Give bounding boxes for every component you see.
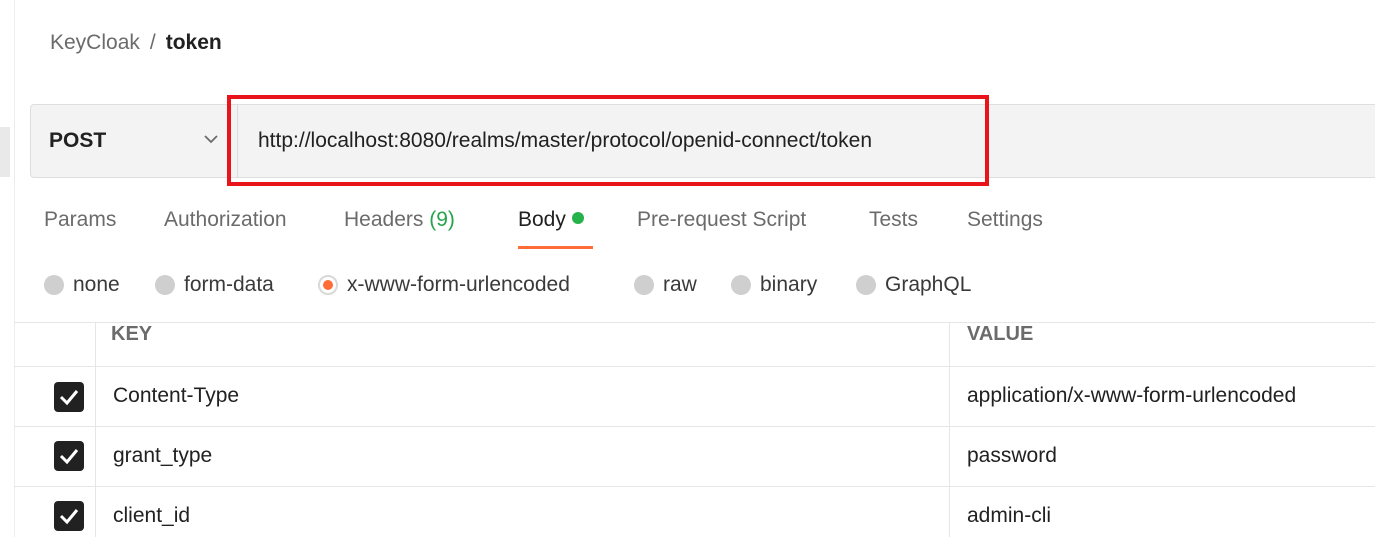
checkmark-icon [59,390,79,406]
row-value[interactable]: admin-cli [967,504,1051,528]
body-mode-radios: none form-data x-www-form-urlencoded raw… [0,265,1375,307]
radio-graphql[interactable]: GraphQL [856,273,971,297]
method-label: POST [49,129,107,152]
radio-binary[interactable]: binary [731,273,817,297]
table-row-divider [14,426,1375,427]
active-tab-underline [518,246,593,249]
chevron-down-icon [204,135,218,144]
headers-count: (9) [429,208,455,231]
radio-dot [634,275,654,295]
request-tabs: Params Authorization Headers (9) Body Pr… [0,200,1375,250]
method-select[interactable]: POST [30,104,230,178]
table-col-divider [949,322,950,537]
breadcrumb-collection[interactable]: KeyCloak [50,31,140,54]
radio-x-www-form-urlencoded[interactable]: x-www-form-urlencoded [318,273,570,297]
radio-label: form-data [184,273,274,296]
tab-pre-request-script[interactable]: Pre-request Script [637,208,806,232]
table-row-divider [14,486,1375,487]
params-table [14,322,1375,537]
radio-label: x-www-form-urlencoded [347,273,570,296]
tab-headers[interactable]: Headers (9) [344,208,455,232]
breadcrumb: KeyCloak / token [50,31,222,55]
radio-dot-selected [318,275,338,295]
sidebar-edge [0,127,10,177]
method-url-divider [237,104,238,178]
radio-dot [731,275,751,295]
row-key[interactable]: Content-Type [113,384,239,408]
radio-raw[interactable]: raw [634,273,697,297]
row-key[interactable]: client_id [113,504,190,528]
tab-authorization[interactable]: Authorization [164,208,287,232]
radio-dot [155,275,175,295]
radio-none[interactable]: none [44,273,120,297]
table-col-divider [95,322,96,537]
tab-params[interactable]: Params [44,208,116,232]
checkmark-icon [59,509,79,525]
tab-body[interactable]: Body [518,208,584,232]
row-value[interactable]: password [967,444,1057,468]
tab-settings[interactable]: Settings [967,208,1043,232]
row-checkbox[interactable] [54,441,84,471]
tab-tests[interactable]: Tests [869,208,918,232]
radio-label: none [73,273,120,296]
table-header-divider [14,366,1375,367]
row-value[interactable]: application/x-www-form-urlencoded [967,384,1296,408]
breadcrumb-separator: / [149,31,156,54]
column-header-value: VALUE [967,323,1034,345]
radio-label: binary [760,273,818,296]
tab-body-label: Body [518,208,566,231]
body-indicator-dot [571,212,584,224]
radio-form-data[interactable]: form-data [155,273,274,297]
radio-label: GraphQL [885,273,972,296]
breadcrumb-request-name[interactable]: token [166,31,222,54]
row-key[interactable]: grant_type [113,444,212,468]
tab-headers-label: Headers [344,208,424,231]
checkmark-icon [59,449,79,465]
radio-dot [856,275,876,295]
url-input[interactable] [242,113,982,169]
row-checkbox[interactable] [54,382,84,412]
row-checkbox[interactable] [54,501,84,531]
column-header-key: KEY [111,323,153,345]
radio-label: raw [663,273,697,296]
radio-dot [44,275,64,295]
